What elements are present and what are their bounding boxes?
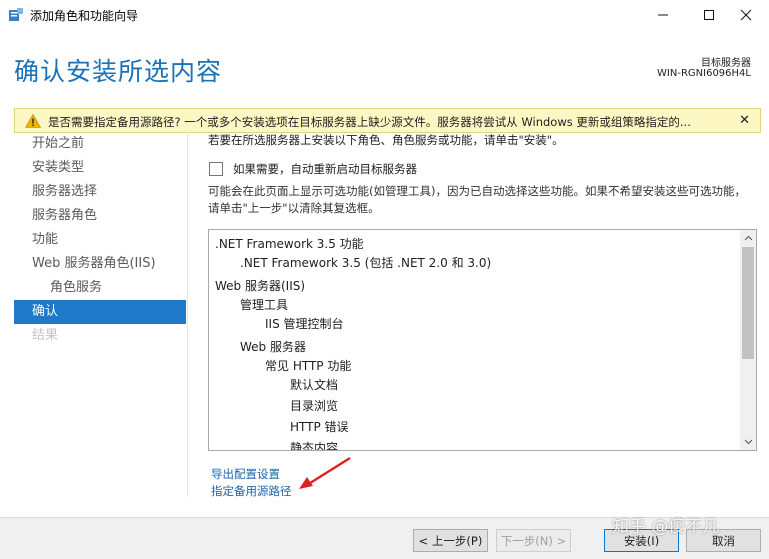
scroll-thumb[interactable] [742,247,754,359]
nav-item-before-you-begin[interactable]: 开始之前 [14,132,186,156]
scroll-up-button[interactable] [740,230,756,246]
warning-icon [25,114,41,128]
nav-item-role-services[interactable]: 角色服务 [14,276,186,300]
alternate-source-link[interactable]: 指定备用源路径 [211,483,292,499]
watermark: 知乎 @傻不凡 [612,517,720,537]
export-config-link[interactable]: 导出配置设置 [211,466,280,482]
nav-item-installation-type[interactable]: 安装类型 [14,156,186,180]
target-server-label: 目标服务器 [701,58,751,69]
nav-divider [187,132,188,497]
warning-text: 是否需要指定备用源路径? 一个或多个安装选项在目标服务器上缺少源文件。服务器将尝… [48,115,691,129]
warning-dismiss-icon[interactable]: ✕ [739,113,750,128]
title-bar: 添加角色和功能向导 [0,0,769,30]
window-title: 添加角色和功能向导 [30,9,139,23]
page-title: 确认安装所选内容 [14,57,223,86]
list-item: 常见 HTTP 功能 [265,359,352,373]
nav-item-features[interactable]: 功能 [14,228,186,252]
restart-label[interactable]: 如果需要，自动重新启动目标服务器 [233,161,417,177]
intro-text: 若要在所选服务器上安装以下角色、角色服务或功能，请单击"安装"。 [208,133,564,147]
scroll-down-button[interactable] [740,434,756,450]
close-window-button[interactable] [723,0,769,30]
annotation-arrow-icon [299,456,351,489]
list-item: HTTP 错误 [290,420,349,434]
list-item: 静态内容 [290,441,339,451]
list-item: 默认文档 [290,378,339,392]
source-warning-bar[interactable]: 是否需要指定备用源路径? 一个或多个安装选项在目标服务器上缺少源文件。服务器将尝… [14,108,761,133]
nav-item-results: 结果 [32,328,59,343]
maximize-icon [704,10,714,20]
nav-item-web-server-role[interactable]: Web 服务器角色(IIS) [14,252,186,276]
optional-features-note: 可能会在此页面上显示可选功能(如管理工具)，因为已自动选择这些功能。如果不希望安… [208,184,746,215]
minimize-icon [658,14,668,16]
list-item: Web 服务器(IIS) [215,279,306,293]
nav-item-server-selection[interactable]: 服务器选择 [14,180,186,204]
chevron-up-icon [744,235,752,241]
chevron-down-icon [744,439,752,445]
list-item: IIS 管理控制台 [265,317,344,331]
server-manager-icon [9,8,23,21]
list-scrollbar[interactable] [740,230,756,450]
previous-button[interactable]: < 上一步(P) [413,529,488,552]
minimize-button[interactable] [640,0,686,30]
next-button: 下一步(N) > [496,529,571,552]
selection-list[interactable]: .NET Framework 3.5 功能 .NET Framework 3.5… [208,229,757,451]
list-item: .NET Framework 3.5 (包括 .NET 2.0 和 3.0) [240,256,492,270]
target-server-name: WIN-RGNI6096H4L [657,68,751,79]
list-item: .NET Framework 3.5 功能 [215,237,364,251]
list-item: 管理工具 [240,298,289,312]
list-item: Web 服务器 [240,340,306,354]
nav-item-confirmation[interactable]: 确认 [14,300,186,324]
restart-checkbox[interactable] [209,162,223,176]
close-icon [740,9,752,21]
list-item: 目录浏览 [290,399,339,413]
nav-item-server-roles[interactable]: 服务器角色 [14,204,186,228]
